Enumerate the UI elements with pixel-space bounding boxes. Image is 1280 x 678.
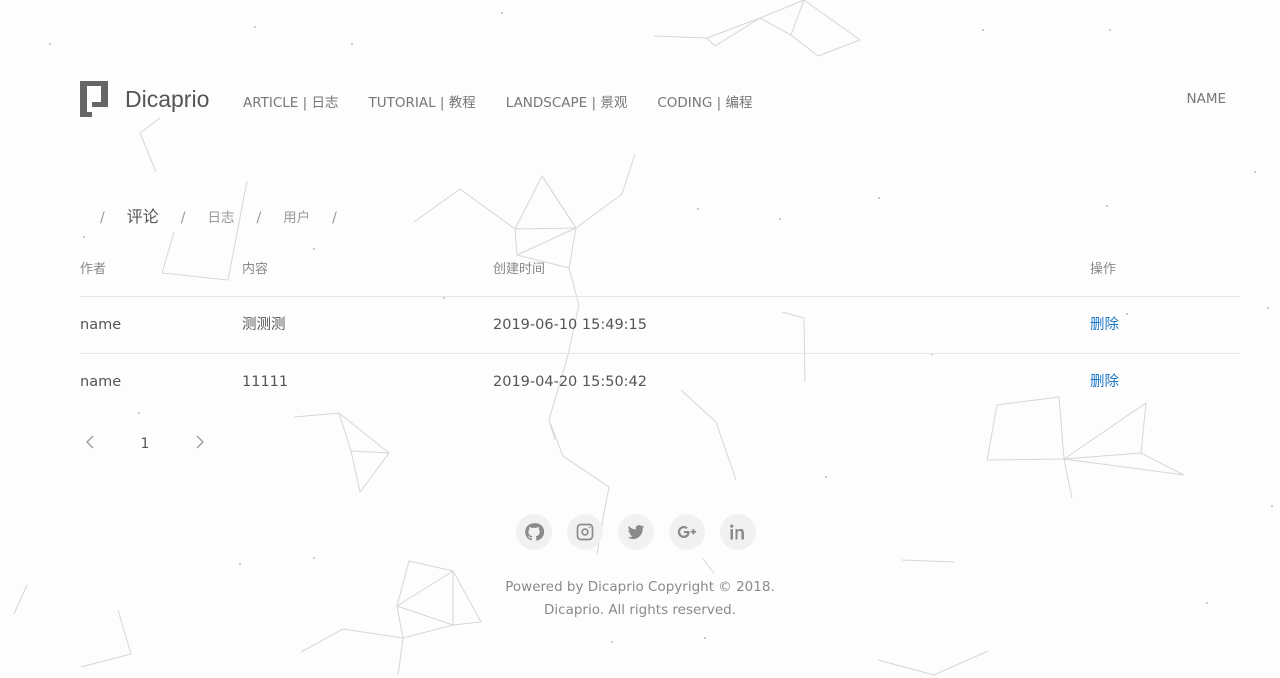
twitter-icon	[627, 525, 645, 540]
chevron-right-icon	[196, 435, 204, 449]
copyright-line-2: Dicaprio. All rights reserved.	[544, 602, 736, 618]
delete-button[interactable]: 删除	[1090, 311, 1119, 339]
prev-page-button[interactable]	[80, 434, 100, 454]
cell-created: 2019-04-20 15:50:42	[493, 374, 647, 390]
tab-separator: /	[332, 210, 337, 226]
social-links	[516, 514, 771, 550]
linkedin-icon	[730, 524, 744, 540]
nav-item-article[interactable]: ARTICLE | 日志	[243, 91, 338, 111]
copyright-line-1: Powered by Dicaprio Copyright © 2018.	[505, 579, 775, 595]
chevron-left-icon	[86, 435, 94, 449]
tab-separator: /	[256, 210, 262, 226]
tab-separator: /	[100, 210, 105, 226]
comments-table: 作者 内容 创建时间 操作 name 测测测 2019-06-10 15:49:…	[80, 256, 1240, 410]
cell-content: 测测测	[242, 317, 286, 333]
cell-author: name	[80, 374, 122, 390]
github-link[interactable]	[516, 514, 552, 550]
cell-created: 2019-06-10 15:49:15	[493, 317, 647, 333]
tab-separator: /	[180, 210, 186, 226]
cell-content: 11111	[242, 374, 289, 390]
nav-item-landscape[interactable]: LANDSCAPE | 景观	[506, 91, 628, 111]
delete-button[interactable]: 删除	[1090, 368, 1119, 396]
main-nav: ARTICLE | 日志 TUTORIAL | 教程 LANDSCAPE | 景…	[243, 91, 782, 111]
cell-author: name	[80, 317, 122, 333]
column-header-action: 操作	[1090, 262, 1117, 277]
google-plus-icon	[677, 526, 697, 538]
tab-users[interactable]: 用户	[283, 206, 310, 226]
nav-item-coding[interactable]: CODING | 编程	[657, 91, 752, 111]
instagram-icon	[576, 523, 594, 541]
linkedin-link[interactable]	[720, 514, 756, 550]
column-header-author: 作者	[80, 262, 107, 277]
pagination: 1	[80, 430, 210, 458]
user-name-link[interactable]: NAME	[1186, 91, 1226, 107]
admin-tabs: / 评论 / 日志 / 用户 /	[100, 203, 337, 227]
footer-copyright: Powered by Dicaprio Copyright © 2018. Di…	[0, 576, 1280, 622]
column-header-created: 创建时间	[493, 262, 546, 277]
brand-logo[interactable]: Dicaprio	[80, 80, 209, 118]
table-row: name 测测测 2019-06-10 15:49:15 删除	[80, 297, 1240, 354]
nav-item-tutorial[interactable]: TUTORIAL | 教程	[368, 91, 475, 111]
table-header: 作者 内容 创建时间 操作	[80, 256, 1240, 297]
github-icon	[525, 523, 544, 541]
instagram-link[interactable]	[567, 514, 603, 550]
twitter-link[interactable]	[618, 514, 654, 550]
dicaprio-logo-icon	[80, 81, 108, 117]
site-header: Dicaprio ARTICLE | 日志 TUTORIAL | 教程 LAND…	[80, 80, 1226, 120]
google-plus-link[interactable]	[669, 514, 705, 550]
brand-name: Dicaprio	[125, 85, 210, 112]
table-row: name 11111 2019-04-20 15:50:42 删除	[80, 354, 1240, 410]
next-page-button[interactable]	[190, 434, 210, 454]
page-number[interactable]: 1	[100, 436, 190, 452]
tab-articles[interactable]: 日志	[207, 206, 234, 226]
tab-comments[interactable]: 评论	[127, 203, 159, 227]
column-header-content: 内容	[242, 262, 269, 277]
